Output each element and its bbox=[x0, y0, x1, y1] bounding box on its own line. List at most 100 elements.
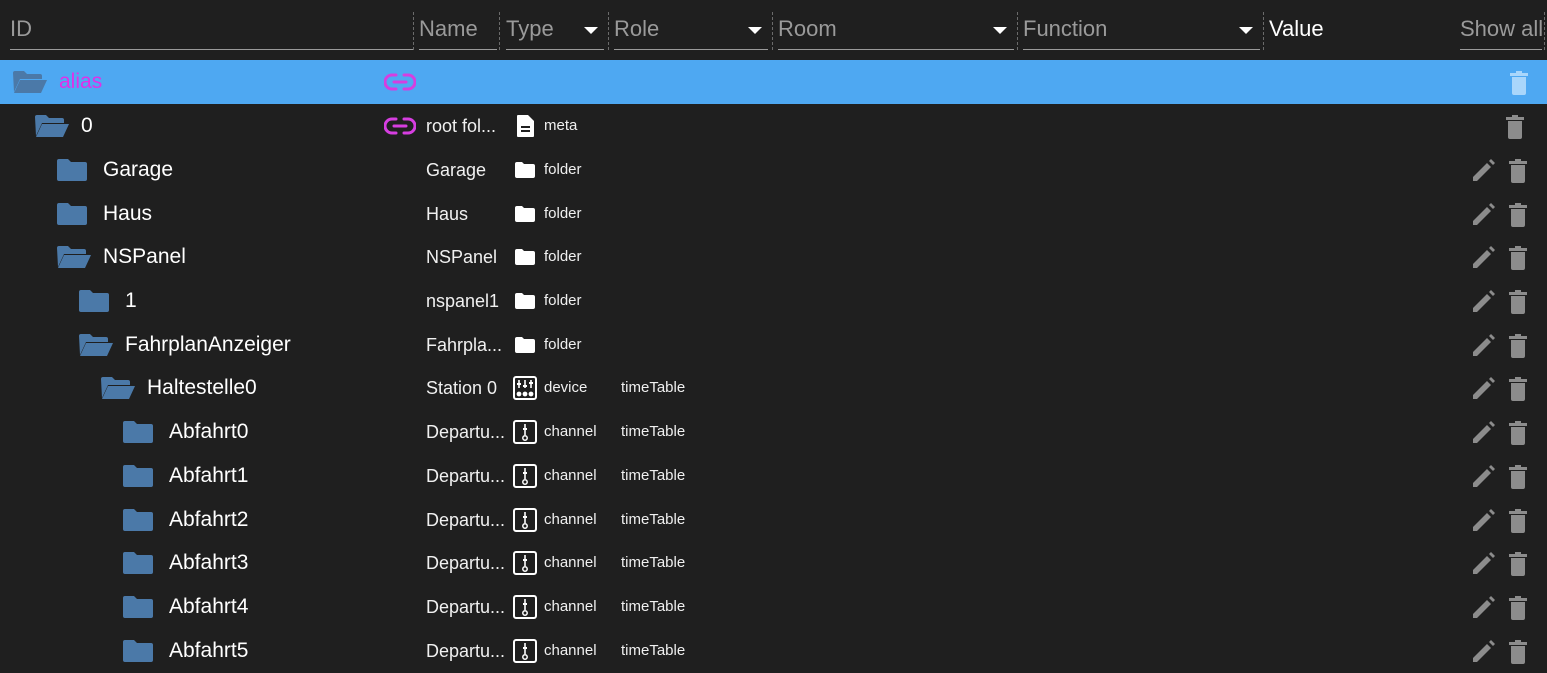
folder-open-icon[interactable] bbox=[12, 70, 47, 94]
tree-row[interactable]: Abfahrt3 Departu... channel timeTable bbox=[0, 541, 1547, 585]
chevron-down-icon[interactable] bbox=[1239, 27, 1253, 34]
pencil-icon[interactable] bbox=[1470, 245, 1496, 271]
folder-icon[interactable] bbox=[122, 639, 154, 663]
object-name: NSPanel bbox=[426, 247, 498, 267]
pencil-icon[interactable] bbox=[1470, 202, 1496, 228]
object-type: channel bbox=[544, 598, 597, 615]
tree-row[interactable]: FahrplanAnzeiger Fahrpla... folder bbox=[0, 323, 1547, 367]
object-type: channel bbox=[544, 511, 597, 528]
tree-row[interactable]: Abfahrt0 Departu... channel timeTable bbox=[0, 410, 1547, 454]
object-name: Haus bbox=[426, 204, 469, 224]
show-all-toggle[interactable]: Show all bbox=[1460, 10, 1544, 50]
id-filter[interactable]: ID bbox=[10, 10, 413, 50]
show-all-label: Show all bbox=[1460, 16, 1544, 41]
tree-row[interactable]: Abfahrt1 Departu... channel timeTable bbox=[0, 454, 1547, 498]
trash-icon[interactable] bbox=[1507, 420, 1529, 446]
id-filter-input[interactable] bbox=[10, 10, 413, 50]
tree-row[interactable]: alias bbox=[0, 60, 1547, 104]
folder-icon[interactable] bbox=[56, 158, 88, 182]
folder-icon[interactable] bbox=[122, 464, 154, 488]
column-divider[interactable] bbox=[499, 12, 500, 50]
pencil-icon[interactable] bbox=[1470, 420, 1496, 446]
object-type: channel bbox=[544, 642, 597, 659]
folder-icon[interactable] bbox=[122, 508, 154, 532]
folder-open-icon[interactable] bbox=[78, 333, 113, 357]
tree-row[interactable]: Abfahrt5 Departu... channel timeTable bbox=[0, 629, 1547, 673]
object-id: FahrplanAnzeiger bbox=[125, 333, 291, 356]
trash-icon[interactable] bbox=[1507, 245, 1529, 271]
pencil-icon[interactable] bbox=[1470, 508, 1496, 534]
role-filter-label: Role bbox=[614, 16, 660, 41]
column-divider[interactable] bbox=[1017, 12, 1018, 50]
pencil-icon[interactable] bbox=[1470, 376, 1496, 402]
object-id: Abfahrt0 bbox=[169, 420, 249, 443]
folder-icon[interactable] bbox=[122, 551, 154, 575]
tree-row[interactable]: Haus Haus folder bbox=[0, 192, 1547, 236]
tree-row[interactable]: 0 root fol... meta bbox=[0, 104, 1547, 148]
column-divider[interactable] bbox=[1544, 12, 1545, 50]
function-filter-select[interactable]: Function bbox=[1023, 10, 1260, 50]
trash-icon[interactable] bbox=[1507, 551, 1529, 577]
link-icon[interactable] bbox=[383, 72, 417, 92]
trash-icon[interactable] bbox=[1507, 158, 1529, 184]
trash-icon[interactable] bbox=[1504, 114, 1526, 140]
trash-icon[interactable] bbox=[1507, 202, 1529, 228]
folder-icon bbox=[513, 245, 537, 269]
trash-icon[interactable] bbox=[1508, 70, 1530, 96]
room-filter-select[interactable]: Room bbox=[778, 10, 1014, 50]
name-filter[interactable]: Name bbox=[419, 10, 497, 50]
folder-icon bbox=[513, 158, 537, 182]
object-type: folder bbox=[544, 205, 582, 222]
pencil-icon[interactable] bbox=[1470, 639, 1496, 665]
id-filter-label: ID bbox=[10, 16, 32, 41]
object-name: root fol... bbox=[426, 116, 497, 136]
object-name: Departu... bbox=[426, 553, 506, 573]
trash-icon[interactable] bbox=[1507, 595, 1529, 621]
folder-icon[interactable] bbox=[122, 420, 154, 444]
tree-row[interactable]: Garage Garage folder bbox=[0, 148, 1547, 192]
pencil-icon[interactable] bbox=[1470, 333, 1496, 359]
trash-icon[interactable] bbox=[1507, 289, 1529, 315]
object-role: timeTable bbox=[621, 467, 686, 484]
column-divider[interactable] bbox=[772, 12, 773, 50]
folder-icon[interactable] bbox=[56, 202, 88, 226]
pencil-icon[interactable] bbox=[1470, 464, 1496, 490]
column-divider[interactable] bbox=[413, 12, 414, 50]
folder-icon[interactable] bbox=[78, 289, 110, 313]
filter-header: ID Name Type Role Room Function Value Sh… bbox=[0, 0, 1547, 60]
object-id: Haus bbox=[103, 202, 153, 225]
folder-open-icon[interactable] bbox=[100, 376, 135, 400]
pencil-icon[interactable] bbox=[1470, 289, 1496, 315]
tree-row[interactable]: Abfahrt4 Departu... channel timeTable bbox=[0, 585, 1547, 629]
trash-icon[interactable] bbox=[1507, 639, 1529, 665]
object-id: Abfahrt1 bbox=[169, 464, 249, 487]
pencil-icon[interactable] bbox=[1470, 158, 1496, 184]
object-id: NSPanel bbox=[103, 245, 186, 268]
tree-row[interactable]: Abfahrt2 Departu... channel timeTable bbox=[0, 498, 1547, 542]
pencil-icon[interactable] bbox=[1470, 595, 1496, 621]
tree-row[interactable]: Haltestelle0 Station 0 device timeTable bbox=[0, 366, 1547, 410]
object-id: 0 bbox=[81, 114, 93, 137]
folder-icon[interactable] bbox=[122, 595, 154, 619]
trash-icon[interactable] bbox=[1507, 508, 1529, 534]
folder-open-icon[interactable] bbox=[34, 114, 69, 138]
folder-open-icon[interactable] bbox=[56, 245, 91, 269]
link-icon[interactable] bbox=[383, 116, 417, 136]
tree-row[interactable]: 1 nspanel1 folder bbox=[0, 279, 1547, 323]
trash-icon[interactable] bbox=[1507, 333, 1529, 359]
role-filter-select[interactable]: Role bbox=[614, 10, 768, 50]
folder-icon bbox=[513, 333, 537, 357]
chevron-down-icon[interactable] bbox=[748, 27, 762, 34]
tree-row[interactable]: NSPanel NSPanel folder bbox=[0, 235, 1547, 279]
trash-icon[interactable] bbox=[1507, 464, 1529, 490]
column-divider[interactable] bbox=[608, 12, 609, 50]
pencil-icon[interactable] bbox=[1470, 551, 1496, 577]
object-type: device bbox=[544, 379, 588, 396]
chevron-down-icon[interactable] bbox=[993, 27, 1007, 34]
column-divider[interactable] bbox=[1263, 12, 1264, 50]
chevron-down-icon[interactable] bbox=[584, 27, 598, 34]
object-id: Abfahrt5 bbox=[169, 639, 249, 662]
type-filter-select[interactable]: Type bbox=[506, 10, 604, 50]
trash-icon[interactable] bbox=[1507, 376, 1529, 402]
channel-icon bbox=[513, 464, 537, 488]
